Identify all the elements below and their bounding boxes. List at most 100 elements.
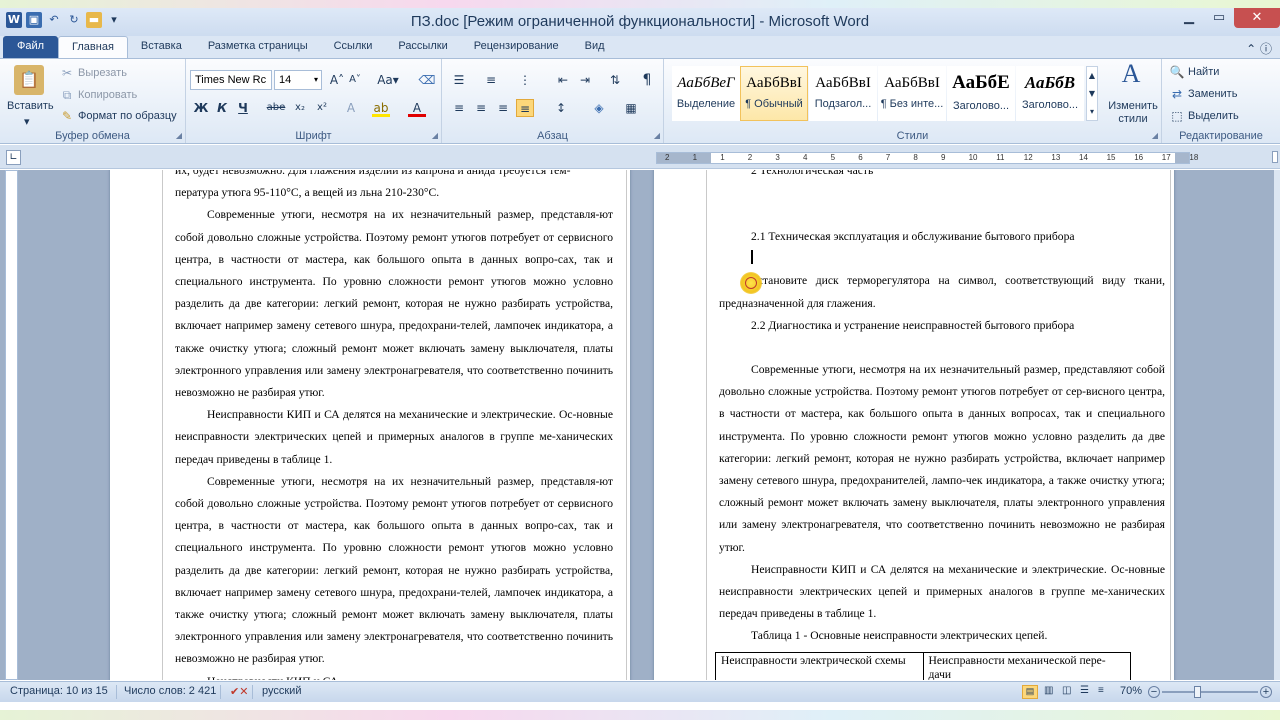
group-clipboard: 📋 Вставить ▾ ✂ Вырезать ⧉ Копировать ✎ Ф… xyxy=(0,59,186,143)
format-painter-icon[interactable]: ✎ xyxy=(58,107,76,125)
cut-button[interactable]: Вырезать xyxy=(78,67,127,79)
style-normal[interactable]: АаБбВвІ ¶ Обычный xyxy=(740,66,808,121)
zoom-in-button[interactable]: + xyxy=(1260,686,1272,698)
superscript-button[interactable]: x² xyxy=(312,99,332,117)
horizontal-ruler[interactable]: 2 1 1 2 3 4 5 6 7 8 9 10 11 12 13 14 15 16 17 18 xyxy=(656,152,1198,164)
cut-icon[interactable]: ✂ xyxy=(58,64,76,82)
sort-icon[interactable]: ⇅ xyxy=(606,71,624,89)
style-emphasis[interactable]: АаБбВеГ Выделение xyxy=(672,66,740,121)
grow-font-icon[interactable]: A˄ xyxy=(328,71,346,89)
vertical-scrollbar[interactable] xyxy=(1274,170,1280,680)
paste-dropdown-icon[interactable]: ▾ xyxy=(24,115,30,128)
shading-icon[interactable]: ◈ xyxy=(590,99,608,117)
change-styles-icon[interactable]: A xyxy=(1116,61,1146,93)
word-count[interactable]: Число слов: 2 421 xyxy=(124,685,216,697)
zoom-level[interactable]: 70% xyxy=(1120,685,1142,697)
format-painter-button[interactable]: Формат по образцу xyxy=(78,110,177,122)
styles-launcher-icon[interactable]: ◢ xyxy=(1152,131,1158,140)
draft-icon[interactable]: ≡ xyxy=(1098,685,1104,696)
font-size-combo[interactable]: 14 ▾ xyxy=(274,70,322,90)
group-paragraph: ☰ ≡ ⋮ ⇤ ⇥ ⇅ ¶ ≡ ≡ ≡ ≡ ↕ ◈ ▦ Абзац ◢ xyxy=(442,59,664,143)
strikethrough-button[interactable]: abe xyxy=(264,99,288,117)
text-effects-icon[interactable]: A xyxy=(342,99,360,117)
view-ruler-icon[interactable] xyxy=(1272,151,1278,163)
tab-mailings[interactable]: Рассылки xyxy=(385,36,460,58)
vertical-ruler[interactable] xyxy=(5,170,18,680)
select-icon[interactable]: ⬚ xyxy=(1168,107,1186,125)
italic-button[interactable]: К xyxy=(213,99,231,117)
align-left-icon[interactable]: ≡ xyxy=(450,99,468,117)
page-count[interactable]: Страница: 10 из 15 xyxy=(10,685,108,697)
borders-icon[interactable]: ▦ xyxy=(622,99,640,117)
help-icon[interactable]: ⌃ ⓘ xyxy=(1246,40,1272,57)
multilevel-list-icon[interactable]: ⋮ xyxy=(516,71,534,89)
clear-format-icon[interactable]: ⌫ xyxy=(418,71,436,89)
replace-icon[interactable]: ⇄ xyxy=(1168,85,1186,103)
outline-icon[interactable]: ☰ xyxy=(1080,685,1089,696)
page-left-text[interactable]: их, будет невозможно. Для глажения издел… xyxy=(175,170,613,680)
tab-insert[interactable]: Вставка xyxy=(128,36,195,58)
paragraph-launcher-icon[interactable]: ◢ xyxy=(654,131,660,140)
justify-icon[interactable]: ≡ xyxy=(516,99,534,117)
tab-review[interactable]: Рецензирование xyxy=(461,36,572,58)
shrink-font-icon[interactable]: A˅ xyxy=(346,71,364,89)
page-right[interactable]: 2 Технологическая часть 2.1 Техническая … xyxy=(654,170,1174,680)
copy-button[interactable]: Копировать xyxy=(78,89,137,101)
proofing-icon[interactable]: ✔✕ xyxy=(230,685,248,698)
line-spacing-icon[interactable]: ↕ xyxy=(552,99,570,117)
replace-button[interactable]: Заменить xyxy=(1188,88,1237,100)
font-name-combo[interactable]: Times New Rc xyxy=(190,70,272,90)
select-button[interactable]: Выделить xyxy=(1188,110,1239,122)
bold-button[interactable]: Ж xyxy=(192,99,210,117)
table-header-cell[interactable]: Неисправности механической пере-дачи xyxy=(922,652,1131,680)
style-heading-2[interactable]: АаБбВ Заголово... xyxy=(1016,66,1084,121)
change-styles-button[interactable]: Изменить стили xyxy=(1104,100,1162,126)
decrease-indent-icon[interactable]: ⇤ xyxy=(554,71,572,89)
print-layout-icon[interactable]: ▤ xyxy=(1022,685,1038,699)
align-right-icon[interactable]: ≡ xyxy=(494,99,512,117)
tab-file[interactable]: Файл xyxy=(3,36,59,58)
maximize-button[interactable]: ▭ xyxy=(1204,8,1234,28)
tab-view[interactable]: Вид xyxy=(572,36,618,58)
divider xyxy=(252,685,253,699)
style-heading-1[interactable]: АаБбЕ Заголово... xyxy=(947,66,1015,121)
tab-references[interactable]: Ссылки xyxy=(321,36,386,58)
document-area[interactable]: их, будет невозможно. Для глажения издел… xyxy=(0,170,1280,680)
change-case-icon[interactable]: Aa▾ xyxy=(376,71,400,89)
subscript-button[interactable]: x₂ xyxy=(290,99,310,117)
table-header-cell[interactable]: Неисправности электрической схемы xyxy=(715,652,924,680)
font-color-icon[interactable]: A xyxy=(408,99,426,117)
minimize-button[interactable]: ▁ xyxy=(1174,8,1204,28)
show-marks-button[interactable]: ¶ xyxy=(638,71,656,89)
page-right-text[interactable]: 2 Технологическая часть 2.1 Техническая … xyxy=(719,170,1165,648)
style-subtitle[interactable]: АаБбВвІ Подзагол... xyxy=(809,66,877,121)
font-size-dropdown-icon[interactable]: ▾ xyxy=(314,71,318,89)
paste-icon[interactable]: 📋 xyxy=(14,65,44,95)
find-button[interactable]: Найти xyxy=(1188,66,1219,78)
find-icon[interactable]: 🔍 xyxy=(1168,63,1186,81)
tab-page-layout[interactable]: Разметка страницы xyxy=(195,36,321,58)
align-center-icon[interactable]: ≡ xyxy=(472,99,490,117)
tab-selector-icon[interactable]: ∟ xyxy=(6,150,21,165)
style-no-spacing[interactable]: АаБбВвІ ¶ Без инте... xyxy=(878,66,946,121)
numbering-icon[interactable]: ≡ xyxy=(482,71,500,89)
tab-home[interactable]: Главная xyxy=(58,36,128,58)
close-button[interactable]: ✕ xyxy=(1234,8,1280,28)
font-launcher-icon[interactable]: ◢ xyxy=(432,131,438,140)
zoom-slider-track[interactable] xyxy=(1162,691,1258,693)
increase-indent-icon[interactable]: ⇥ xyxy=(576,71,594,89)
paste-button[interactable]: Вставить xyxy=(7,100,54,112)
underline-button[interactable]: Ч xyxy=(234,99,252,117)
zoom-slider-thumb[interactable] xyxy=(1194,686,1201,698)
language[interactable]: русский xyxy=(262,685,301,697)
clipboard-launcher-icon[interactable]: ◢ xyxy=(176,131,182,140)
styles-scroll[interactable]: ▲ ▼ ▾ xyxy=(1086,66,1098,121)
copy-icon[interactable]: ⧉ xyxy=(58,86,76,104)
full-screen-reading-icon[interactable]: ▥ xyxy=(1044,685,1053,696)
bullets-icon[interactable]: ☰ xyxy=(450,71,468,89)
zoom-out-button[interactable]: − xyxy=(1148,686,1160,698)
highlight-icon[interactable]: ab xyxy=(372,99,390,117)
web-layout-icon[interactable]: ◫ xyxy=(1062,685,1071,696)
page-left[interactable]: их, будет невозможно. Для глажения издел… xyxy=(110,170,630,680)
faults-table[interactable]: Неисправности электрической схемы Неиспр… xyxy=(715,652,1131,680)
